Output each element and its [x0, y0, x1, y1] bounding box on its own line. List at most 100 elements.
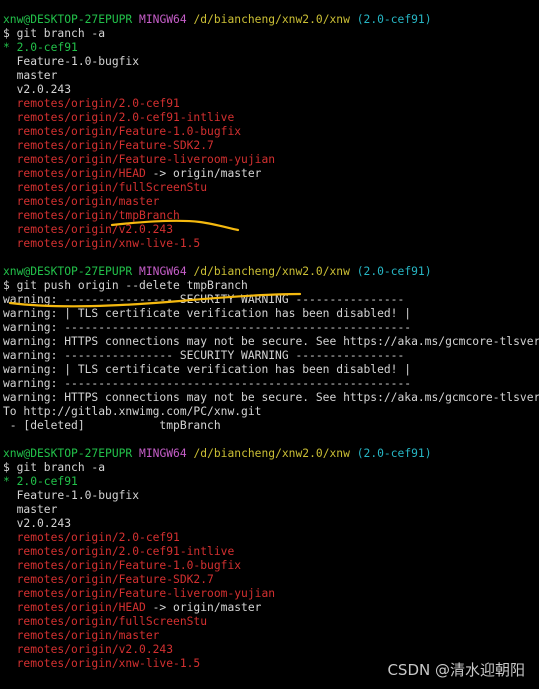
line-text: remotes/origin/xnw-live-1.5: [3, 237, 201, 250]
branch-line: v2.0.243: [3, 83, 539, 97]
prompt-system: MINGW64: [139, 13, 187, 26]
line-text: master: [3, 69, 58, 82]
line-text: Feature-1.0-bugfix: [3, 489, 140, 502]
command-line: $ git branch -a: [3, 27, 106, 40]
prompt-branch: (2.0-cef91): [356, 13, 432, 26]
branch-line: remotes/origin/Feature-liveroom-yujian: [3, 587, 539, 601]
line-text: remotes/origin/2.0-cef91: [3, 97, 180, 110]
branch-line: v2.0.243: [3, 517, 539, 531]
terminal-output[interactable]: xnw@DESKTOP-27EPUPR MINGW64 /d/biancheng…: [3, 13, 539, 671]
line-text: remotes/origin/HEAD: [3, 601, 146, 614]
branch-line: master: [3, 69, 539, 83]
branch-line: remotes/origin/2.0-cef91: [3, 97, 539, 111]
prompt-path: /d/biancheng/xnw2.0/xnw: [193, 447, 350, 460]
line-text: remotes/origin/master: [3, 629, 160, 642]
line-text: remotes/origin/2.0-cef91: [3, 531, 180, 544]
line-text: remotes/origin/Feature-liveroom-yujian: [3, 587, 276, 600]
prompt-line: xnw@DESKTOP-27EPUPR MINGW64 /d/biancheng…: [3, 447, 539, 461]
output-line: warning: HTTPS connections may not be se…: [3, 391, 539, 405]
line-text: remotes/origin/Feature-1.0-bugfix: [3, 559, 242, 572]
output-line: warning: ---------------- SECURITY WARNI…: [3, 349, 539, 363]
prompt-branch: (2.0-cef91): [356, 265, 432, 278]
line-text: warning: | TLS certificate verification …: [3, 307, 412, 320]
prompt-line: xnw@DESKTOP-27EPUPR MINGW64 /d/biancheng…: [3, 13, 539, 27]
line-text: To http://gitlab.xnwimg.com/PC/xnw.git: [3, 405, 262, 418]
prompt-system: MINGW64: [139, 265, 187, 278]
line-text: warning: ---------------- SECURITY WARNI…: [3, 293, 405, 306]
command-line: $ git branch -a: [3, 461, 106, 474]
prompt-branch: (2.0-cef91): [356, 447, 432, 460]
line-text: * 2.0-cef91: [3, 475, 78, 488]
prompt-user: xnw@DESKTOP-27EPUPR: [3, 265, 133, 278]
line-text: remotes/origin/Feature-SDK2.7: [3, 139, 214, 152]
line-text: warning: | TLS certificate verification …: [3, 363, 412, 376]
branch-line: remotes/origin/Feature-1.0-bugfix: [3, 125, 539, 139]
line-text: v2.0.243: [3, 83, 72, 96]
head-pointer: -> origin/master: [145, 167, 262, 180]
prompt-user: xnw@DESKTOP-27EPUPR: [3, 447, 133, 460]
line-text: remotes/origin/xnw-live-1.5: [3, 657, 201, 670]
branch-line: remotes/origin/master: [3, 195, 539, 209]
command-line: $ git push origin --delete tmpBranch: [3, 279, 248, 292]
line-text: remotes/origin/Feature-1.0-bugfix: [3, 125, 242, 138]
branch-line: remotes/origin/master: [3, 629, 539, 643]
line-text: * 2.0-cef91: [3, 41, 78, 54]
branch-line: remotes/origin/HEAD -> origin/master: [3, 601, 539, 615]
output-line: warning: -------------------------------…: [3, 321, 539, 335]
line-text: remotes/origin/v2.0.243: [3, 223, 174, 236]
output-line: To http://gitlab.xnwimg.com/PC/xnw.git: [3, 405, 539, 419]
branch-line: remotes/origin/v2.0.243: [3, 643, 539, 657]
output-line: - [deleted] tmpBranch: [3, 419, 539, 433]
line-text: remotes/origin/2.0-cef91-intlive: [3, 111, 235, 124]
line-text: remotes/origin/master: [3, 195, 160, 208]
line-text: remotes/origin/Feature-SDK2.7: [3, 573, 214, 586]
branch-line: Feature-1.0-bugfix: [3, 55, 539, 69]
prompt-path: /d/biancheng/xnw2.0/xnw: [193, 13, 350, 26]
branch-line: remotes/origin/tmpBranch: [3, 209, 539, 223]
line-text: warning: -------------------------------…: [3, 377, 412, 390]
prompt-path: /d/biancheng/xnw2.0/xnw: [193, 265, 350, 278]
output-line: warning: | TLS certificate verification …: [3, 307, 539, 321]
line-text: - [deleted] tmpBranch: [3, 419, 221, 432]
branch-line: * 2.0-cef91: [3, 41, 539, 55]
line-text: remotes/origin/fullScreenStu: [3, 615, 208, 628]
line-text: v2.0.243: [3, 517, 72, 530]
line-text: remotes/origin/Feature-liveroom-yujian: [3, 153, 276, 166]
prompt-line: xnw@DESKTOP-27EPUPR MINGW64 /d/biancheng…: [3, 265, 539, 279]
branch-line: remotes/origin/2.0-cef91: [3, 531, 539, 545]
branch-line: remotes/origin/fullScreenStu: [3, 615, 539, 629]
line-text: remotes/origin/v2.0.243: [3, 643, 174, 656]
branch-line: remotes/origin/2.0-cef91-intlive: [3, 545, 539, 559]
line-text: remotes/origin/HEAD: [3, 167, 146, 180]
line-text: warning: -------------------------------…: [3, 321, 412, 334]
branch-line: remotes/origin/2.0-cef91-intlive: [3, 111, 539, 125]
branch-line: remotes/origin/Feature-SDK2.7: [3, 573, 539, 587]
output-line: warning: -------------------------------…: [3, 377, 539, 391]
branch-line: remotes/origin/Feature-1.0-bugfix: [3, 559, 539, 573]
line-text: Feature-1.0-bugfix: [3, 55, 140, 68]
line-text: remotes/origin/tmpBranch: [3, 209, 180, 222]
branch-line: * 2.0-cef91: [3, 475, 539, 489]
line-text: warning: HTTPS connections may not be se…: [3, 391, 539, 404]
branch-line: remotes/origin/Feature-liveroom-yujian: [3, 153, 539, 167]
line-text: master: [3, 503, 58, 516]
line-text: remotes/origin/fullScreenStu: [3, 181, 208, 194]
branch-line: remotes/origin/xnw-live-1.5: [3, 237, 539, 251]
branch-line: master: [3, 503, 539, 517]
branch-line: Feature-1.0-bugfix: [3, 489, 539, 503]
line-text: warning: ---------------- SECURITY WARNI…: [3, 349, 405, 362]
line-text: warning: HTTPS connections may not be se…: [3, 335, 539, 348]
prompt-user: xnw@DESKTOP-27EPUPR: [3, 13, 133, 26]
output-line: warning: ---------------- SECURITY WARNI…: [3, 293, 539, 307]
prompt-system: MINGW64: [139, 447, 187, 460]
csdn-watermark: CSDN @清水迎朝阳: [387, 661, 525, 679]
branch-line: remotes/origin/fullScreenStu: [3, 181, 539, 195]
output-line: warning: HTTPS connections may not be se…: [3, 335, 539, 349]
line-text: remotes/origin/2.0-cef91-intlive: [3, 545, 235, 558]
branch-line: remotes/origin/HEAD -> origin/master: [3, 167, 539, 181]
branch-line: remotes/origin/v2.0.243: [3, 223, 539, 237]
branch-line: remotes/origin/Feature-SDK2.7: [3, 139, 539, 153]
head-pointer: -> origin/master: [145, 601, 262, 614]
